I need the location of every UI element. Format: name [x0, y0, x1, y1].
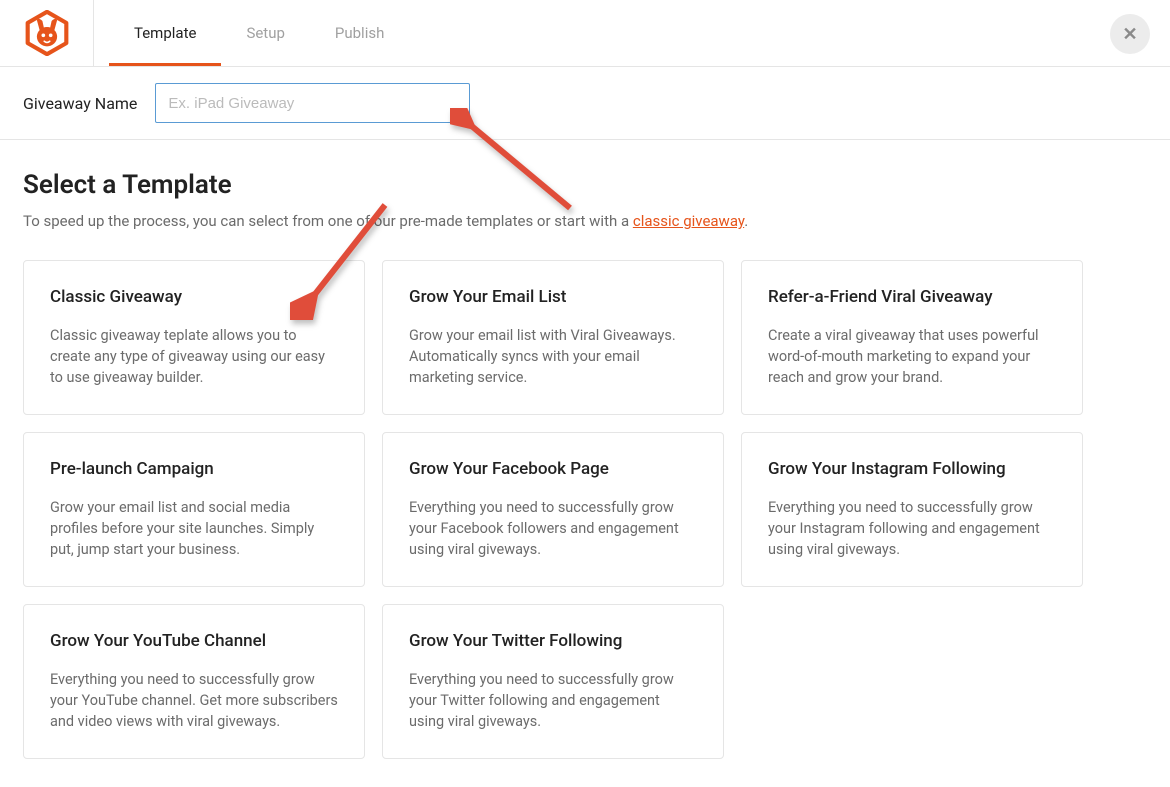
card-desc: Grow your email list with Viral Giveaway… — [409, 325, 697, 388]
card-title: Refer-a-Friend Viral Giveaway — [768, 287, 1056, 307]
tab-label: Template — [134, 24, 196, 42]
card-desc: Everything you need to successfully grow… — [50, 669, 338, 732]
template-card-twitter[interactable]: Grow Your Twitter Following Everything y… — [382, 604, 724, 759]
tab-publish[interactable]: Publish — [310, 0, 409, 66]
close-icon: ✕ — [1122, 24, 1137, 45]
section-title: Select a Template — [23, 170, 1147, 200]
card-title: Grow Your Twitter Following — [409, 631, 697, 651]
template-card-youtube[interactable]: Grow Your YouTube Channel Everything you… — [23, 604, 365, 759]
template-card-pre-launch[interactable]: Pre-launch Campaign Grow your email list… — [23, 432, 365, 587]
close-button[interactable]: ✕ — [1110, 14, 1150, 54]
tab-label: Setup — [246, 24, 284, 42]
card-title: Pre-launch Campaign — [50, 459, 338, 479]
logo-wrap — [0, 0, 94, 66]
template-card-classic-giveaway[interactable]: Classic Giveaway Classic giveaway teplat… — [23, 260, 365, 415]
giveaway-name-bar: Giveaway Name — [0, 67, 1170, 140]
logo-icon — [24, 10, 70, 56]
card-desc: Everything you need to successfully grow… — [409, 497, 697, 560]
giveaway-name-input[interactable] — [155, 83, 470, 123]
template-card-instagram[interactable]: Grow Your Instagram Following Everything… — [741, 432, 1083, 587]
tab-template[interactable]: Template — [109, 0, 221, 66]
intro-prefix: To speed up the process, you can select … — [23, 212, 633, 230]
intro-suffix: . — [744, 212, 748, 230]
intro-text: To speed up the process, you can select … — [23, 212, 1147, 230]
card-desc: Create a viral giveaway that uses powerf… — [768, 325, 1056, 388]
card-title: Grow Your Email List — [409, 287, 697, 307]
card-desc: Grow your email list and social media pr… — [50, 497, 338, 560]
top-bar: Template Setup Publish ✕ — [0, 0, 1170, 67]
templates-grid: Classic Giveaway Classic giveaway teplat… — [23, 260, 1147, 759]
header-tabs: Template Setup Publish — [109, 0, 409, 66]
card-desc: Everything you need to successfully grow… — [768, 497, 1056, 560]
classic-giveaway-link[interactable]: classic giveaway — [633, 212, 744, 230]
card-title: Classic Giveaway — [50, 287, 338, 307]
card-title: Grow Your YouTube Channel — [50, 631, 338, 651]
template-card-grow-email-list[interactable]: Grow Your Email List Grow your email lis… — [382, 260, 724, 415]
card-title: Grow Your Facebook Page — [409, 459, 697, 479]
template-card-facebook[interactable]: Grow Your Facebook Page Everything you n… — [382, 432, 724, 587]
giveaway-name-label: Giveaway Name — [23, 94, 137, 113]
card-desc: Classic giveaway teplate allows you to c… — [50, 325, 338, 388]
content-area: Select a Template To speed up the proces… — [0, 140, 1170, 759]
card-desc: Everything you need to successfully grow… — [409, 669, 697, 732]
tab-label: Publish — [335, 24, 384, 42]
template-card-refer-a-friend[interactable]: Refer-a-Friend Viral Giveaway Create a v… — [741, 260, 1083, 415]
tab-setup[interactable]: Setup — [221, 0, 309, 66]
card-title: Grow Your Instagram Following — [768, 459, 1056, 479]
